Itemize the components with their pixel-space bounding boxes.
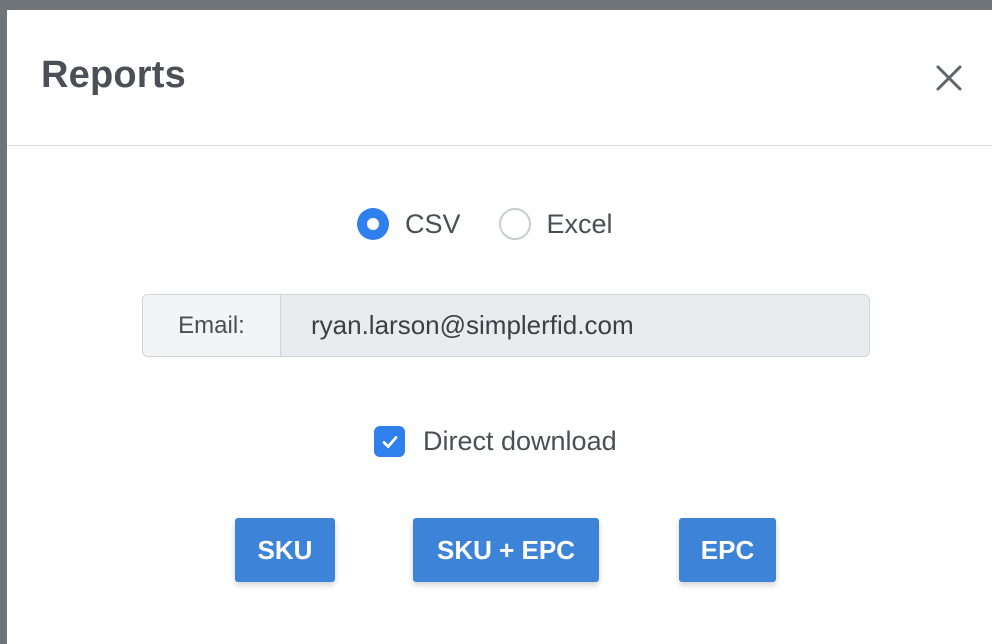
radio-label-excel: Excel: [546, 208, 613, 239]
sku-report-button[interactable]: SKU: [235, 518, 335, 582]
format-radio-group: CSV Excel: [357, 206, 613, 242]
email-input-group: Email:: [142, 294, 870, 357]
email-label: Email:: [143, 295, 281, 356]
sku-epc-report-button[interactable]: SKU + EPC: [413, 518, 599, 582]
modal-title: Reports: [41, 54, 186, 96]
direct-download-checkbox[interactable]: [374, 426, 405, 457]
radio-dot: [367, 218, 379, 230]
close-icon: [936, 65, 962, 91]
screen: Reports CSV Excel Email: ryan.larson@sim…: [0, 0, 992, 644]
radio-excel[interactable]: [498, 208, 531, 240]
direct-download-label: Direct download: [423, 426, 617, 456]
radio-label-csv: CSV: [405, 208, 461, 239]
reports-modal: Reports CSV Excel Email: ryan.larson@sim…: [7, 10, 992, 644]
format-option-excel[interactable]: Excel: [498, 208, 613, 240]
epc-report-button[interactable]: EPC: [679, 518, 776, 582]
direct-download-option[interactable]: Direct download: [374, 426, 617, 457]
format-option-csv[interactable]: CSV: [357, 208, 461, 240]
close-button[interactable]: [931, 60, 967, 96]
backdrop-top: [0, 0, 992, 10]
backdrop-left: [0, 0, 7, 644]
email-field[interactable]: [281, 295, 869, 356]
radio-csv[interactable]: [357, 208, 389, 240]
modal-header: Reports: [7, 10, 992, 146]
checkmark-icon: [382, 435, 397, 448]
